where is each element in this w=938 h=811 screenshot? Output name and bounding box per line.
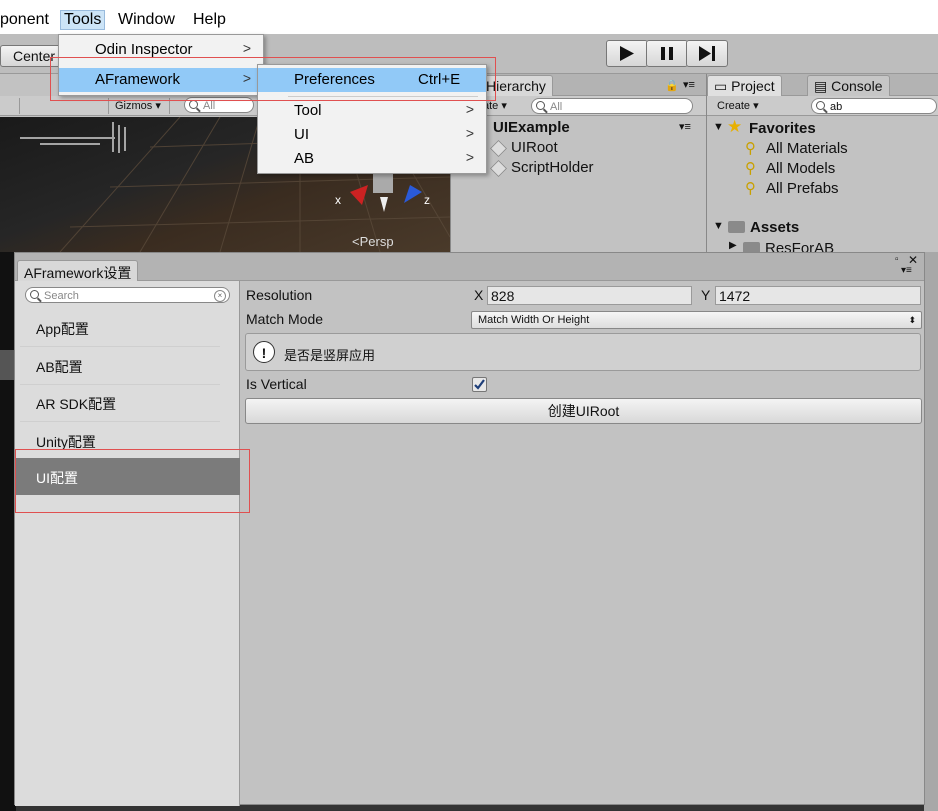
search-filter-icon: ⚲ (745, 180, 756, 197)
scene-menu-icon[interactable]: ▾≡ (679, 120, 691, 133)
annotation-box-menu (50, 57, 496, 101)
expand-arrow-icon[interactable]: ▼ (713, 220, 724, 232)
resolution-x-label: X (474, 287, 484, 303)
folder-icon (728, 221, 745, 233)
chevron-right-icon: > (465, 125, 474, 141)
play-icon (620, 46, 634, 61)
chevron-right-icon: > (465, 101, 474, 117)
favorites-folder[interactable]: ▼ ★ Favorites (713, 117, 933, 139)
menu-item-ab[interactable]: AB > (258, 147, 486, 171)
resolution-x-field[interactable]: 828 (487, 286, 692, 305)
match-mode-dropdown[interactable]: Match Width Or Height ⬍ (471, 311, 922, 329)
hierarchy-search-input[interactable]: All (531, 98, 693, 114)
settings-window-header: AFramework设置 ▫ ✕ ▾≡ (15, 253, 924, 285)
sidebar-item-app[interactable]: App配置 (20, 309, 220, 347)
is-vertical-checkbox[interactable] (472, 377, 487, 392)
axis-z-label: z (424, 193, 430, 207)
scene-mode-dropdown[interactable] (0, 98, 20, 114)
settings-content: Resolution X 828 Y 1472 Match Mode Match… (240, 281, 924, 806)
chevron-right-icon: > (465, 149, 474, 165)
window-menu-icon[interactable]: ▾≡ (901, 265, 912, 276)
expand-arrow-icon[interactable]: ▼ (713, 121, 724, 133)
settings-search-input[interactable]: Search × (25, 287, 230, 303)
search-icon (536, 101, 545, 110)
menu-window[interactable]: Window (118, 11, 175, 29)
search-icon (189, 100, 198, 109)
match-mode-label: Match Mode (246, 311, 324, 327)
menu-item-ui[interactable]: UI > (258, 123, 486, 147)
assets-folder[interactable]: ▼ Assets (713, 218, 933, 238)
menu-item-tool[interactable]: Tool > (258, 99, 486, 123)
create-uiroot-button[interactable]: 创建UIRoot (245, 398, 922, 424)
project-create-dropdown[interactable]: Create ▾ (717, 99, 759, 112)
maximize-icon[interactable]: ▫ (895, 254, 899, 265)
settings-window: AFramework设置 ▫ ✕ ▾≡ Search × App配置 AB配置 … (14, 252, 925, 806)
dropdown-arrows-icon: ⬍ (908, 315, 916, 325)
step-icon (699, 46, 715, 61)
info-box: ! 是否是竖屏应用 (245, 333, 921, 371)
hierarchy-item-scriptholder[interactable]: ScriptHolder (490, 158, 691, 178)
folder-icon: ▭ (714, 78, 728, 94)
resolution-y-label: Y (701, 287, 711, 303)
search-icon (30, 290, 39, 299)
menu-tools[interactable]: Tools (60, 10, 106, 30)
step-button[interactable] (686, 40, 728, 67)
tab-console[interactable]: ▤ Console (807, 75, 890, 97)
menu-bar: ponent Tools Window Help (0, 8, 938, 34)
project-search-input[interactable]: ab (811, 98, 937, 114)
play-button[interactable] (606, 40, 648, 67)
settings-sidebar: Search × App配置 AB配置 AR SDK配置 Unity配置 UI配… (15, 281, 240, 806)
hierarchy-scene-row[interactable]: UIExample ▾≡ (481, 118, 701, 138)
annotation-box-ui-config (15, 449, 250, 513)
is-vertical-label: Is Vertical (246, 376, 307, 392)
star-icon: ★ (727, 117, 743, 136)
persp-label[interactable]: <Persp (352, 234, 394, 249)
pause-icon (661, 47, 673, 60)
sidebar-item-ab[interactable]: AB配置 (20, 347, 220, 385)
project-panel: ▭ Project ▤ Console Create ▾ ab ▼ ★ Favo… (706, 74, 938, 252)
lock-icon[interactable]: 🔒 (665, 79, 679, 92)
info-icon: ! (253, 341, 275, 363)
titlebar-strip (0, 0, 938, 8)
sidebar-item-ar-sdk[interactable]: AR SDK配置 (20, 384, 220, 422)
search-icon (816, 101, 825, 110)
chevron-right-icon: > (242, 40, 251, 56)
resolution-label: Resolution (246, 287, 313, 303)
menu-component[interactable]: ponent (0, 11, 49, 29)
pause-button[interactable] (646, 40, 688, 67)
axis-x-label: x (335, 193, 341, 207)
checkmark-icon (474, 379, 485, 390)
panel-menu-icon[interactable]: ▾≡ (683, 78, 695, 91)
menu-help[interactable]: Help (193, 11, 226, 29)
resolution-y-field[interactable]: 1472 (715, 286, 921, 305)
search-filter-icon: ⚲ (745, 140, 756, 157)
favorite-item-materials[interactable]: ⚲ All Materials (745, 139, 935, 159)
gameobject-icon (490, 160, 507, 177)
hierarchy-item-uiroot[interactable]: UIRoot (490, 138, 691, 158)
search-filter-icon: ⚲ (745, 160, 756, 177)
folder-icon (743, 242, 760, 252)
console-icon: ▤ (814, 78, 828, 94)
favorite-item-models[interactable]: ⚲ All Models (745, 159, 935, 179)
gameobject-icon (490, 140, 507, 157)
expand-arrow-icon[interactable]: ▶ (729, 240, 737, 251)
favorite-item-prefabs[interactable]: ⚲ All Prefabs (745, 179, 935, 199)
assets-child-folder[interactable]: ▶ ResForAB (729, 238, 929, 252)
tab-project[interactable]: ▭ Project (707, 75, 782, 97)
clear-search-icon[interactable]: × (214, 290, 226, 302)
